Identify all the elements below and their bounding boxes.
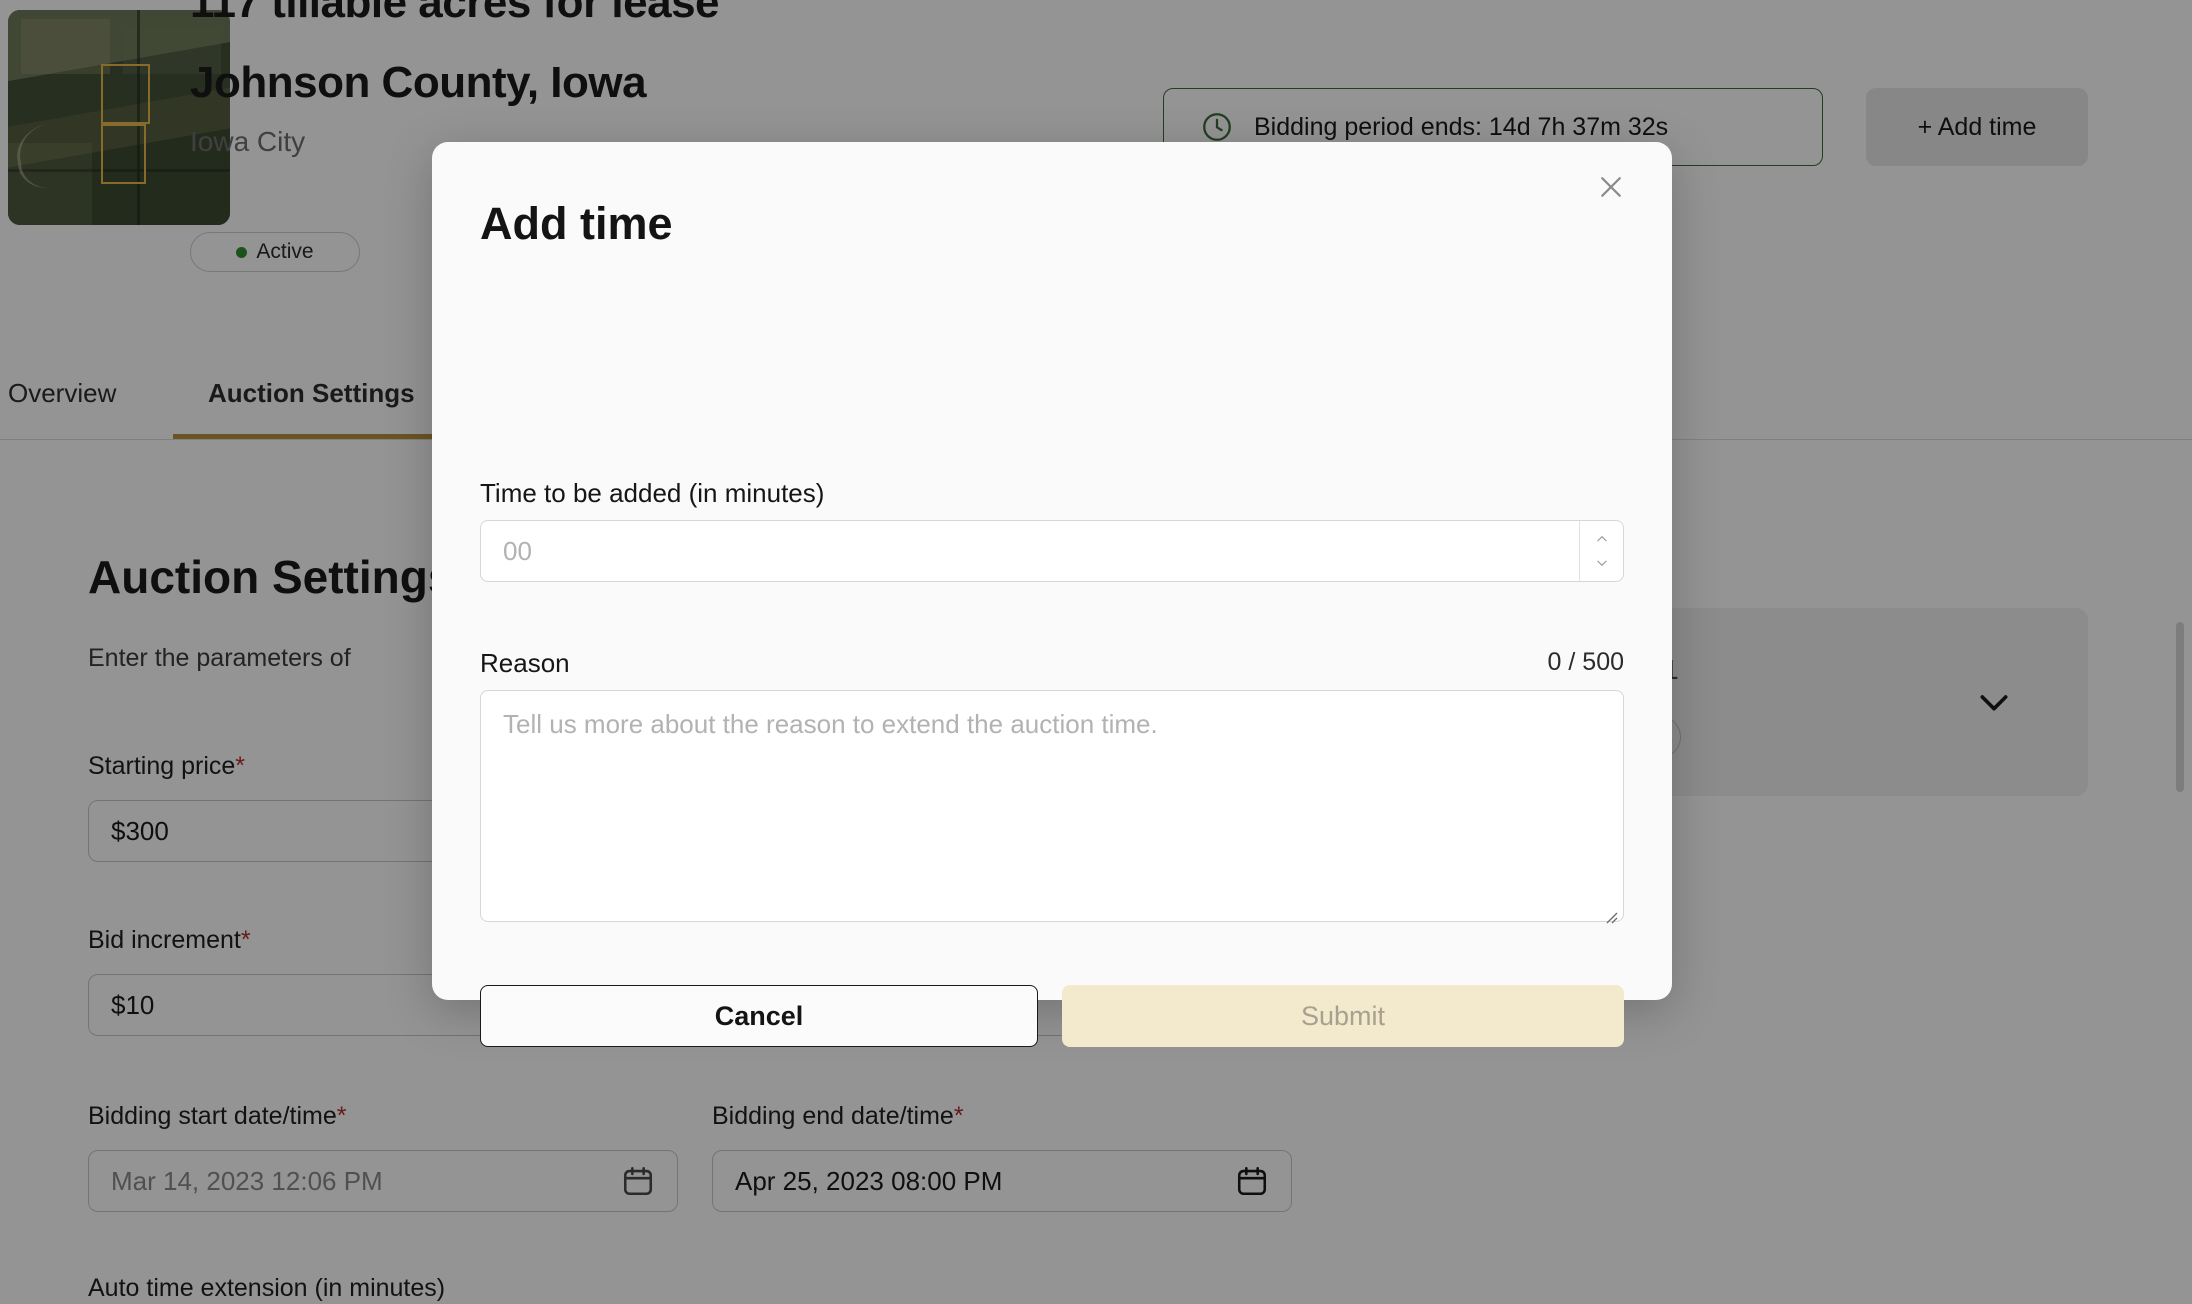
stepper-decrement-button[interactable]: [1589, 553, 1615, 573]
time-to-add-input[interactable]: [481, 521, 1579, 581]
character-counter: 0 / 500: [1548, 648, 1624, 677]
time-to-add-label: Time to be added (in minutes): [480, 478, 824, 509]
close-icon: [1596, 172, 1626, 202]
chevron-down-icon: [1591, 556, 1613, 570]
dialog-title: Add time: [480, 198, 673, 250]
chevron-up-icon: [1591, 532, 1613, 546]
reason-textarea[interactable]: [480, 690, 1624, 922]
cancel-button[interactable]: Cancel: [480, 985, 1038, 1047]
stepper-increment-button[interactable]: [1589, 529, 1615, 549]
time-to-add-field: [480, 520, 1624, 582]
close-button[interactable]: [1588, 164, 1634, 210]
number-stepper: [1579, 521, 1623, 581]
add-time-dialog: Add time Time to be added (in minutes) R…: [432, 142, 1672, 1000]
submit-button[interactable]: Submit: [1062, 985, 1624, 1047]
reason-label: Reason: [480, 648, 570, 679]
